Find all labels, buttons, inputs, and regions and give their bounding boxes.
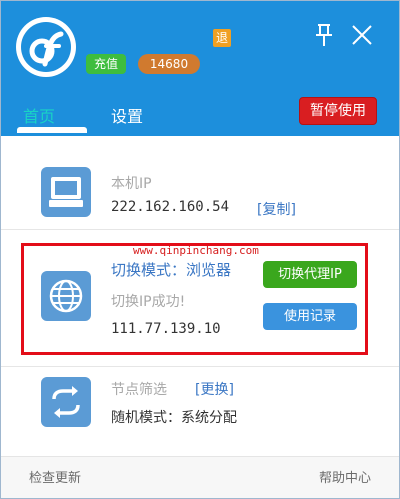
- tab-home[interactable]: 首页: [23, 103, 55, 127]
- score-badge: 14680: [138, 54, 200, 74]
- pin-icon[interactable]: [313, 23, 335, 47]
- help-center-link[interactable]: 帮助中心: [319, 467, 371, 486]
- node-filter-label: 节点筛选: [111, 382, 167, 398]
- logout-badge[interactable]: 退: [213, 29, 231, 47]
- switch-mode-text: 切换模式：浏览器: [111, 261, 232, 279]
- copy-ip-link[interactable]: [复制]: [257, 199, 296, 219]
- divider: [1, 366, 399, 367]
- app-logo-icon: [16, 17, 76, 77]
- random-mode-text: 随机模式：系统分配: [111, 410, 237, 426]
- check-update-link[interactable]: 检查更新: [29, 467, 81, 486]
- current-ip-value: 111.77.139.10: [111, 321, 221, 337]
- active-tab-indicator: [17, 127, 87, 133]
- pause-button[interactable]: 暂停使用: [299, 97, 377, 125]
- tab-settings[interactable]: 设置: [111, 103, 143, 127]
- globe-icon: [41, 271, 91, 321]
- change-node-link[interactable]: [更换]: [195, 379, 234, 399]
- header-bar: 退 充值 14680 首页 设置 暂停使用: [1, 1, 399, 136]
- local-ip-label: 本机IP: [111, 176, 152, 192]
- usage-history-button[interactable]: 使用记录: [263, 303, 357, 330]
- local-ip-value: 222.162.160.54: [111, 199, 230, 215]
- refresh-icon: [41, 377, 91, 427]
- divider: [1, 229, 399, 230]
- footer-bar: 检查更新 帮助中心: [1, 456, 399, 498]
- app-window: 退 充值 14680 首页 设置 暂停使用 本机IP 222.162.160.5…: [0, 0, 400, 499]
- close-icon[interactable]: [350, 23, 374, 47]
- monitor-icon: [41, 167, 91, 217]
- switch-proxy-ip-button[interactable]: 切换代理IP: [263, 261, 357, 288]
- switch-status-text: 切换IP成功!: [111, 294, 186, 310]
- local-ip-section: 本机IP 222.162.160.54 [复制]: [1, 136, 399, 226]
- recharge-button[interactable]: 充值: [86, 54, 126, 74]
